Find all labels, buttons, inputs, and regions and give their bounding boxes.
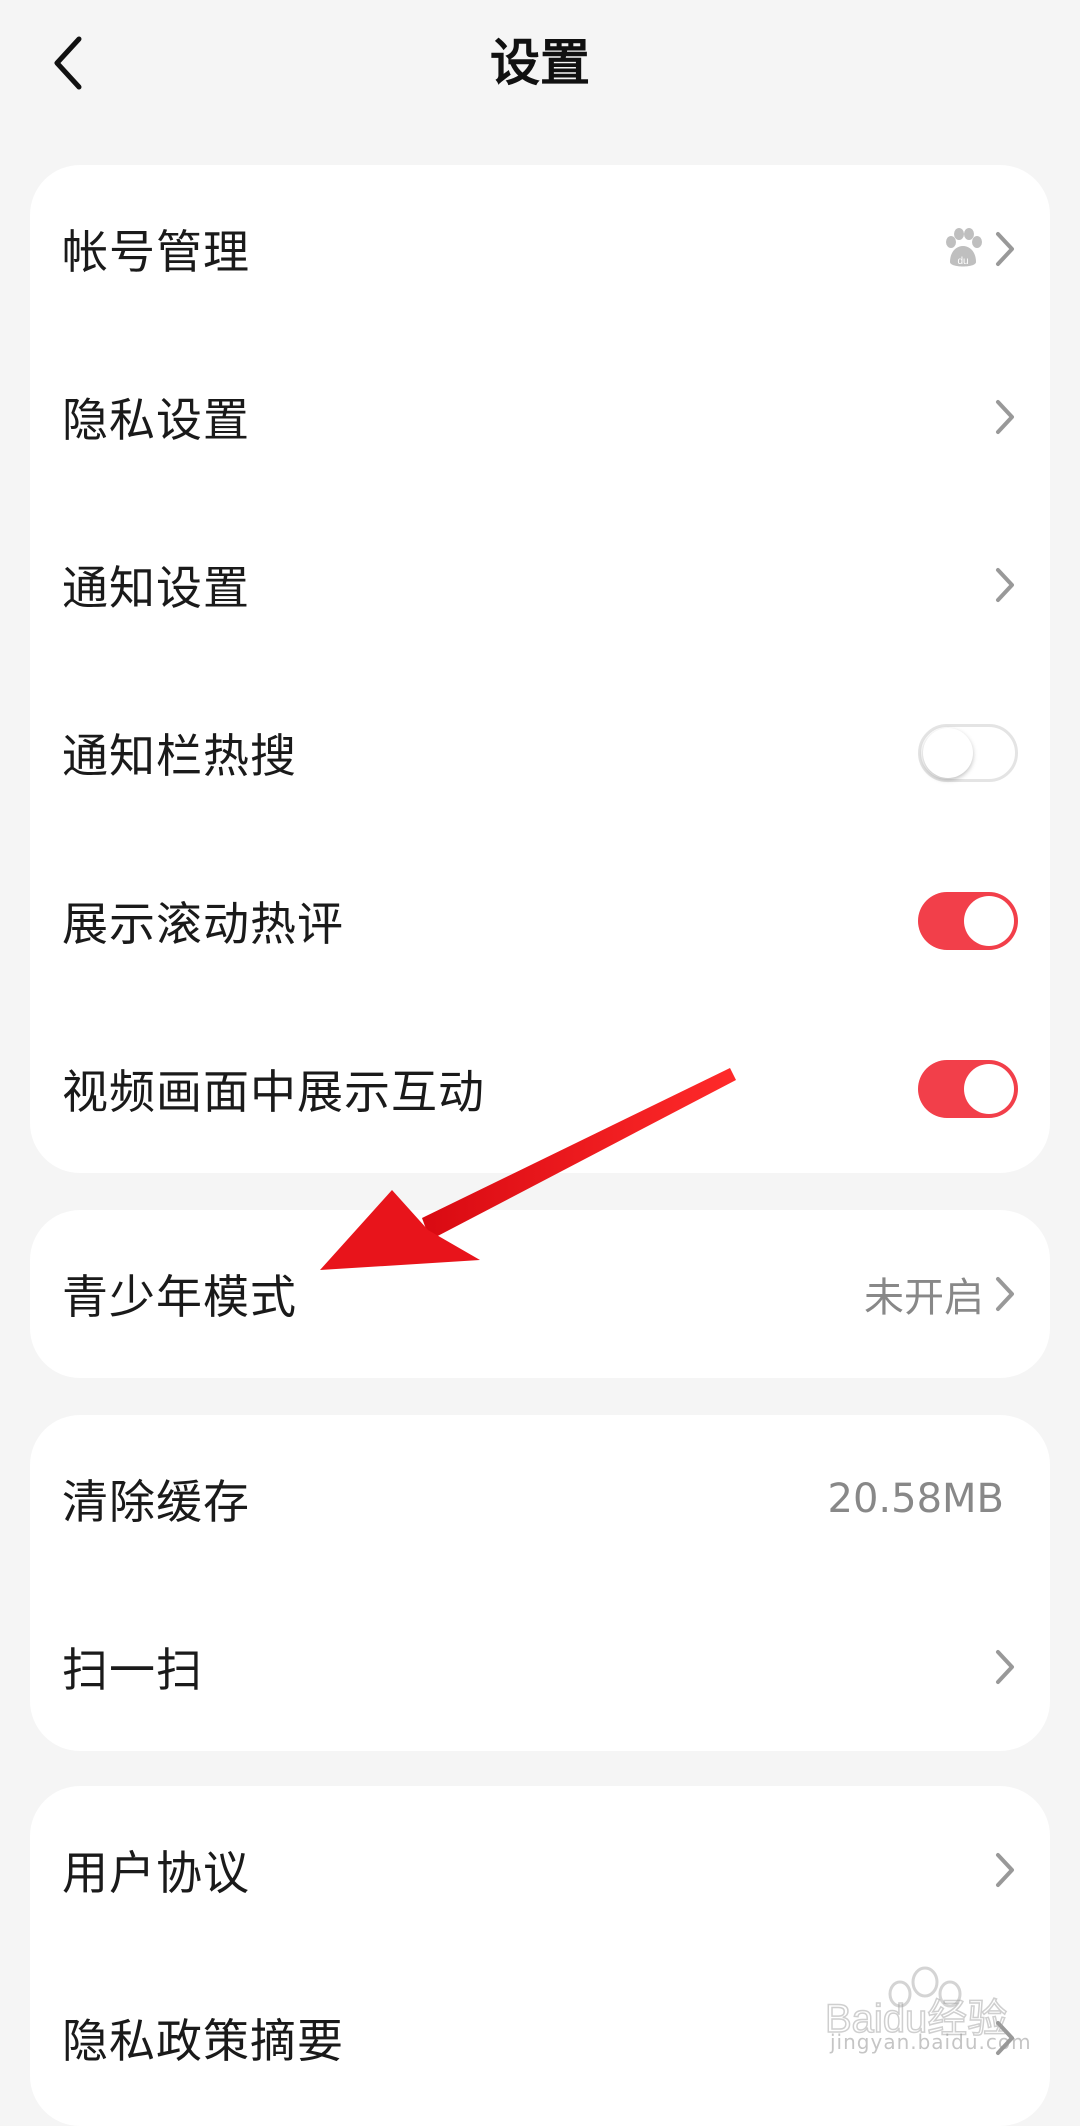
page-title: 设置 xyxy=(490,34,590,92)
notification-settings-row[interactable]: 通知设置 xyxy=(30,501,1050,669)
svg-text:du: du xyxy=(957,256,968,267)
row-label: 隐私政策摘要 xyxy=(62,2014,344,2068)
scroll-comments-row: 展示滚动热评 xyxy=(30,837,1050,1005)
row-label: 通知栏热搜 xyxy=(62,729,297,783)
row-label: 视频画面中展示互动 xyxy=(62,1065,485,1119)
notification-hot-search-row: 通知栏热搜 xyxy=(30,669,1050,837)
row-label: 通知设置 xyxy=(62,561,250,615)
video-interaction-row: 视频画面中展示互动 xyxy=(30,1005,1050,1173)
chevron-right-icon xyxy=(996,1853,1014,1887)
clear-cache-row[interactable]: 清除缓存 20.58MB xyxy=(30,1415,1050,1583)
user-agreement-row[interactable]: 用户协议 xyxy=(30,1786,1050,1954)
teen-mode-row[interactable]: 青少年模式 未开启 xyxy=(30,1210,1050,1378)
row-label: 清除缓存 xyxy=(62,1475,250,1529)
account-management-row[interactable]: 帐号管理 du xyxy=(30,165,1050,333)
teen-mode-status: 未开启 xyxy=(864,1275,984,1321)
privacy-settings-row[interactable]: 隐私设置 xyxy=(30,333,1050,501)
row-label: 扫一扫 xyxy=(62,1643,203,1697)
header: 设置 xyxy=(0,0,1080,130)
scroll-comments-toggle[interactable] xyxy=(918,892,1018,950)
row-label: 帐号管理 xyxy=(62,225,250,279)
chevron-right-icon xyxy=(996,1277,1014,1311)
settings-card-tools: 清除缓存 20.58MB 扫一扫 xyxy=(30,1415,1050,1751)
video-interaction-toggle[interactable] xyxy=(918,1060,1018,1118)
row-label: 隐私设置 xyxy=(62,393,250,447)
hot-search-toggle[interactable] xyxy=(918,724,1018,782)
settings-card-legal: 用户协议 隐私政策摘要 xyxy=(30,1786,1050,2126)
toggle-knob xyxy=(923,728,973,778)
chevron-right-icon xyxy=(996,1650,1014,1684)
baidu-paw-icon: du xyxy=(946,228,982,267)
chevron-right-icon xyxy=(996,232,1014,266)
settings-card-teen: 青少年模式 未开启 xyxy=(30,1210,1050,1378)
chevron-right-icon xyxy=(996,568,1014,602)
row-label: 展示滚动热评 xyxy=(62,897,344,951)
toggle-knob xyxy=(964,896,1014,946)
toggle-knob xyxy=(964,1064,1014,1114)
cache-size: 20.58MB xyxy=(827,1476,1004,1522)
chevron-right-icon xyxy=(996,400,1014,434)
row-label: 青少年模式 xyxy=(62,1270,297,1324)
watermark-url: jingyan.baidu.com xyxy=(830,2030,1032,2054)
scan-row[interactable]: 扫一扫 xyxy=(30,1583,1050,1751)
row-label: 用户协议 xyxy=(62,1846,250,1900)
settings-card-main: 帐号管理 du 隐私设置 通知设置 通知栏热搜 展示滚动热评 视频画面中展示互动 xyxy=(30,165,1050,1173)
